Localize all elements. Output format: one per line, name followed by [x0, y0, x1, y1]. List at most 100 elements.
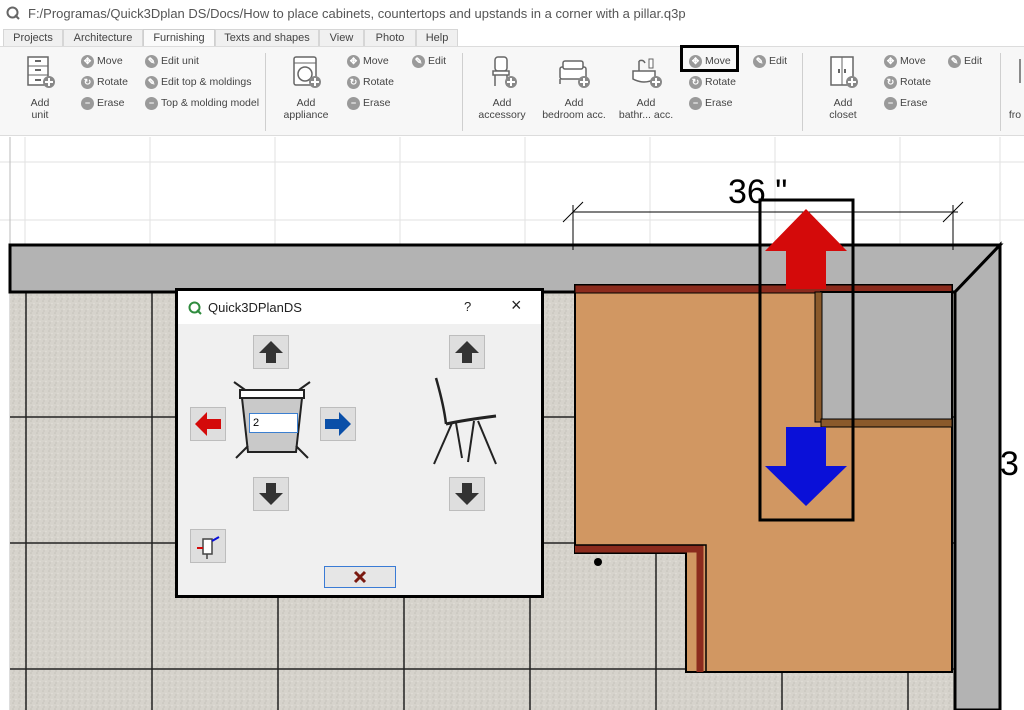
add-unit-label-2: unit: [31, 109, 49, 121]
add-closet-label: Add: [833, 97, 853, 109]
dialog-header: Quick3DPlanDS ? ×: [178, 291, 541, 324]
unit-erase-button[interactable]: − Erase: [81, 95, 124, 111]
closet-erase-button[interactable]: − Erase: [884, 95, 927, 111]
tab-texts-and-shapes[interactable]: Texts and shapes: [215, 29, 319, 46]
add-bedroom-label: Add: [564, 97, 584, 109]
app-logo-icon: [188, 301, 202, 315]
tab-photo[interactable]: Photo: [364, 29, 416, 46]
unit-rotate-button[interactable]: ↻ Rotate: [81, 74, 128, 90]
add-closet-label-2: closet: [829, 109, 857, 121]
closet-icon: [830, 56, 858, 88]
closet-edit-button[interactable]: ✎ Edit: [948, 53, 982, 69]
accessory-edit-label: Edit: [769, 55, 788, 67]
appliance-move-label: Move: [363, 55, 389, 67]
add-bathroom-label: Add: [636, 97, 656, 109]
chair-icon: [433, 377, 497, 465]
accessory-erase-button[interactable]: − Erase: [689, 95, 732, 111]
arrow-down-icon: [455, 483, 479, 505]
ribbon-tabs: Projects Architecture Furnishing Texts a…: [0, 29, 1024, 47]
bathroom-sink-icon: [632, 58, 662, 88]
closet-rotate-button[interactable]: ↻ Rotate: [884, 74, 931, 90]
quantity-input[interactable]: [249, 413, 298, 433]
add-accessory-button[interactable]: Add accessory: [474, 55, 530, 121]
dimension-label-right: 3: [1000, 445, 1019, 483]
add-bedroom-label-2: bedroom acc.: [542, 109, 606, 121]
add-bedroom-accessory-button[interactable]: Add bedroom acc.: [538, 55, 610, 121]
edit-icon: ✎: [145, 75, 158, 89]
add-appliance-label: Add: [296, 97, 316, 109]
closet-move-label: Move: [900, 55, 926, 67]
edit-top-moldings-button[interactable]: ✎ Edit top & moldings: [145, 74, 251, 90]
dialog-title: Quick3DPlanDS: [208, 300, 302, 315]
accessory-move-down-button[interactable]: [449, 477, 485, 511]
closet-rotate-label: Rotate: [900, 76, 931, 88]
accessory-rotate-button[interactable]: ↻ Rotate: [689, 74, 736, 90]
erase-icon: −: [884, 96, 897, 110]
appliance-edit-label: Edit: [428, 55, 447, 67]
unit-rotate-label: Rotate: [97, 76, 128, 88]
tab-view[interactable]: View: [319, 29, 364, 46]
accessory-move-up-button[interactable]: [449, 335, 485, 369]
pivot-cabinet-icon: [197, 536, 220, 559]
unit-move-up-button[interactable]: [253, 335, 289, 369]
appliance-erase-button[interactable]: − Erase: [347, 95, 390, 111]
unit-move-button[interactable]: ✥ Move: [81, 53, 123, 69]
tab-architecture[interactable]: Architecture: [63, 29, 143, 46]
accessory-erase-label: Erase: [705, 97, 733, 109]
dialog-help-button[interactable]: ?: [464, 299, 471, 314]
close-icon: [353, 570, 367, 584]
edit-icon: ✎: [412, 54, 425, 68]
erase-icon: −: [689, 96, 702, 110]
unit-move-right-button[interactable]: [320, 407, 356, 441]
partial-label: fro: [1008, 109, 1022, 121]
closet-move-button[interactable]: ✥ Move: [884, 53, 926, 69]
ribbon-separator: [802, 53, 803, 131]
rotate-icon: ↻: [347, 75, 360, 89]
move-icon: ✥: [81, 54, 94, 68]
window-title: F:/Programas/Quick3Dplan DS/Docs/How to …: [28, 5, 686, 21]
accessory-edit-button[interactable]: ✎ Edit: [753, 53, 787, 69]
rotate-icon: ↻: [81, 75, 94, 89]
tab-projects[interactable]: Projects: [3, 29, 63, 46]
chair-accessory-icon: [492, 56, 517, 88]
add-closet-button[interactable]: Add closet: [818, 55, 868, 121]
arrow-down-icon: [259, 483, 283, 505]
add-unit-label: Add: [30, 97, 50, 109]
appliance-rotate-label: Rotate: [363, 76, 394, 88]
add-accessory-label: Add: [492, 97, 512, 109]
move-icon: ✥: [884, 54, 897, 68]
add-appliance-label-2: appliance: [283, 109, 329, 121]
add-appliance-button[interactable]: Add appliance: [280, 55, 332, 121]
dialog-cancel-button[interactable]: [324, 566, 396, 588]
closet-erase-label: Erase: [900, 97, 928, 109]
top-molding-model-button[interactable]: − Top & molding model: [145, 95, 259, 111]
erase-icon: −: [81, 96, 94, 110]
appliance-move-button[interactable]: ✥ Move: [347, 53, 389, 69]
partial-ribbon-button[interactable]: fro: [1006, 55, 1024, 121]
arrow-up-icon: [259, 341, 283, 363]
edit-unit-button[interactable]: ✎ Edit unit: [145, 53, 199, 69]
ribbon-separator: [462, 53, 463, 131]
add-bathroom-accessory-button[interactable]: Add bathr... acc.: [616, 55, 676, 121]
app-logo-icon: [6, 6, 20, 20]
partial-icon: [1019, 59, 1021, 83]
move-dialog: Quick3DPlanDS ? ×: [175, 288, 544, 598]
tab-help[interactable]: Help: [416, 29, 458, 46]
ribbon-separator: [1000, 53, 1001, 131]
rotate-icon: ↻: [884, 75, 897, 89]
appliance-edit-button[interactable]: ✎ Edit: [412, 53, 446, 69]
pivot-button[interactable]: [190, 529, 226, 563]
unit-move-left-button[interactable]: [190, 407, 226, 441]
erase-icon: −: [347, 96, 360, 110]
appliance-rotate-button[interactable]: ↻ Rotate: [347, 74, 394, 90]
unit-move-down-button[interactable]: [253, 477, 289, 511]
arrow-left-icon: [195, 412, 221, 436]
edit-icon: ✎: [753, 54, 766, 68]
closet-edit-label: Edit: [964, 55, 983, 67]
move-button-highlight: [680, 45, 739, 72]
bed-icon: [559, 60, 590, 88]
tab-furnishing[interactable]: Furnishing: [143, 29, 215, 47]
dialog-close-button[interactable]: ×: [511, 295, 522, 316]
add-unit-button[interactable]: Add unit: [18, 55, 62, 121]
cabinet-unit-icon: [27, 56, 55, 88]
